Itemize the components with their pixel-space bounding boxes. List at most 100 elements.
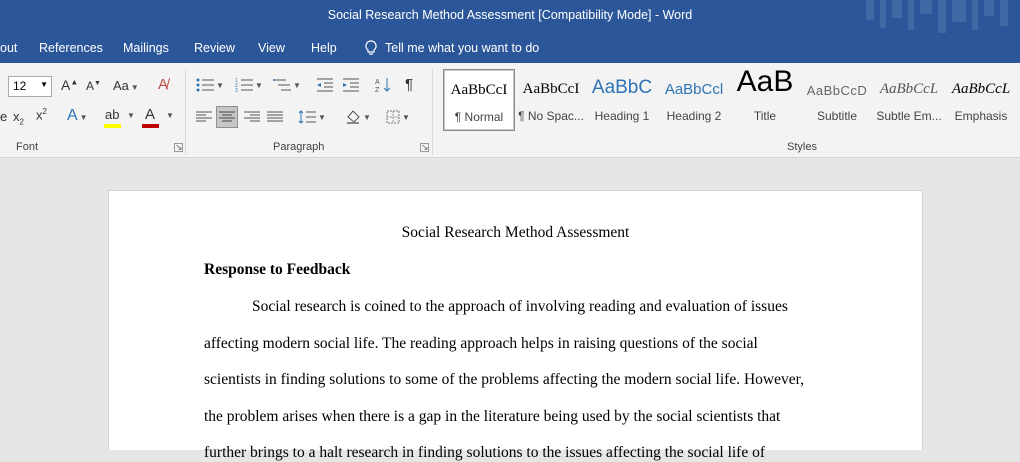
font-size-value: 12 (13, 79, 27, 93)
text-effects-icon[interactable]: A ▼ (67, 107, 88, 125)
strikethrough-icon[interactable]: e (0, 109, 7, 124)
tab-view[interactable]: View (258, 41, 285, 55)
sort-icon: AZ (375, 78, 391, 93)
shrink-font-icon[interactable]: A▼ (86, 79, 101, 93)
style-label: ¶ No Spac... (518, 109, 584, 123)
title-decoration (972, 0, 978, 30)
paragraph-group-label: Paragraph (273, 141, 325, 153)
align-center-button[interactable] (216, 106, 238, 128)
body-line: scientists in finding solutions to some … (204, 371, 805, 388)
borders-button[interactable]: ▼ (381, 106, 415, 128)
style-heading-1[interactable]: AaBbC Heading 1 (586, 69, 658, 129)
superscript-icon[interactable]: x2 (36, 107, 47, 122)
style-preview: AaBbCcI (522, 81, 580, 97)
style-no-spacing[interactable]: AaBbCcI ¶ No Spac... (516, 69, 586, 129)
body-line: Social research is coined to the approac… (252, 298, 788, 315)
tab-mailings[interactable]: Mailings (123, 41, 169, 55)
chevron-down-icon: ▼ (40, 80, 48, 89)
sort-button[interactable]: AZ (372, 75, 394, 95)
align-left-button[interactable] (194, 106, 214, 128)
font-color-icon: A (145, 106, 156, 123)
change-case-label: Aa (113, 78, 129, 93)
font-dialog-launcher-icon[interactable]: ↘ (174, 143, 183, 152)
style-preview: AaBbCcl (664, 81, 724, 98)
style-label: Heading 1 (594, 109, 650, 123)
show-paragraph-marks-icon[interactable]: ¶ (405, 76, 413, 93)
highlighter-icon: ab (105, 107, 120, 122)
highlight-color-button[interactable]: ab ▼ (103, 107, 135, 129)
justify-button[interactable] (265, 106, 285, 128)
style-preview: AaBbC (591, 77, 653, 98)
style-preview: AaBbCcD (806, 83, 868, 98)
styles-group-label: Styles (787, 141, 817, 153)
bullets-icon (196, 78, 215, 92)
font-color-button[interactable]: A ▼ (141, 106, 174, 129)
styles-gallery: AaBbCcI ¶ Normal AaBbCcI ¶ No Spac... Aa… (440, 65, 1020, 131)
highlight-color-bar (104, 124, 121, 128)
document-title: Social Research Method Assessment (401, 224, 630, 241)
multilevel-list-button[interactable]: ▼ (272, 75, 302, 95)
align-right-icon (244, 111, 260, 122)
style-label: ¶ Normal (454, 110, 504, 124)
title-decoration (908, 0, 914, 30)
style-preview: AaBbCcL (951, 81, 1011, 97)
svg-text:A: A (375, 79, 380, 86)
title-decoration (984, 0, 994, 16)
increase-indent-button[interactable] (340, 75, 362, 95)
style-label: Heading 2 (666, 109, 722, 123)
tell-me-search[interactable]: Tell me what you want to do (365, 40, 539, 56)
title-decoration (938, 0, 946, 33)
svg-text:3: 3 (235, 88, 238, 92)
style-preview: AaBbCcI (450, 82, 508, 98)
style-heading-2[interactable]: AaBbCcl Heading 2 (659, 69, 729, 129)
paragraph-dialog-launcher-icon[interactable]: ↘ (420, 143, 429, 152)
document-page[interactable]: Social Research Method Assessment Respon… (108, 190, 923, 461)
ribbon-tabs: out References Mailings Review View Help… (0, 33, 1020, 63)
borders-icon (386, 110, 400, 124)
align-center-icon (219, 111, 235, 122)
align-right-button[interactable] (242, 106, 262, 128)
numbering-icon: 123 (235, 78, 254, 92)
title-decoration (1000, 0, 1008, 26)
ribbon: 12 ▼ A▲ A▼ Aa ▼ A̸ e x2 x2 A ▼ ab ▼ A ▼ Fo… (0, 63, 1020, 158)
numbering-button[interactable]: 1 2 3 ▼ (234, 75, 264, 95)
decrease-indent-button[interactable] (314, 75, 336, 95)
style-normal[interactable]: AaBbCcI ¶ Normal (443, 69, 515, 131)
decrease-indent-icon (317, 78, 333, 92)
style-title[interactable]: AaB Title (730, 65, 800, 129)
style-preview: AaBbCcL (879, 81, 939, 97)
style-subtle-emphasis[interactable]: AaBbCcL Subtle Em... (874, 69, 944, 129)
tab-layout[interactable]: out (0, 41, 17, 55)
group-separator (432, 69, 433, 155)
tab-help[interactable]: Help (311, 41, 337, 55)
title-decoration (952, 0, 966, 22)
increase-indent-icon (343, 78, 359, 92)
tab-review[interactable]: Review (194, 41, 235, 55)
svg-text:Z: Z (375, 87, 380, 93)
justify-icon (267, 111, 283, 122)
title-decoration (866, 0, 874, 20)
line-spacing-button[interactable]: ▼ (296, 106, 328, 128)
group-separator (185, 69, 186, 155)
font-size-dropdown[interactable]: 12 ▼ (8, 76, 52, 97)
multilevel-list-icon (273, 79, 292, 91)
font-color-bar (142, 124, 159, 128)
change-case-button[interactable]: Aa ▼ (113, 78, 139, 93)
lightbulb-icon (365, 40, 377, 55)
body-line: affecting modern social life. The readin… (204, 335, 758, 352)
title-decoration (892, 0, 902, 18)
clear-formatting-icon[interactable]: A̸ (158, 76, 168, 93)
style-subtitle[interactable]: AaBbCcD Subtitle (802, 69, 872, 129)
align-left-icon (196, 111, 212, 122)
bullets-button[interactable]: ▼ (196, 75, 224, 95)
tab-references[interactable]: References (39, 41, 103, 55)
title-decoration (920, 0, 932, 14)
subscript-icon[interactable]: x2 (13, 109, 24, 127)
grow-font-icon[interactable]: A▲ (61, 77, 78, 93)
style-label: Title (753, 109, 777, 123)
style-emphasis[interactable]: AaBbCcL Emphasis (946, 69, 1016, 129)
shading-button[interactable]: ▼ (341, 106, 375, 128)
section-heading: Response to Feedback (204, 261, 351, 278)
line-spacing-icon (298, 110, 317, 124)
style-preview: AaB (736, 65, 794, 98)
